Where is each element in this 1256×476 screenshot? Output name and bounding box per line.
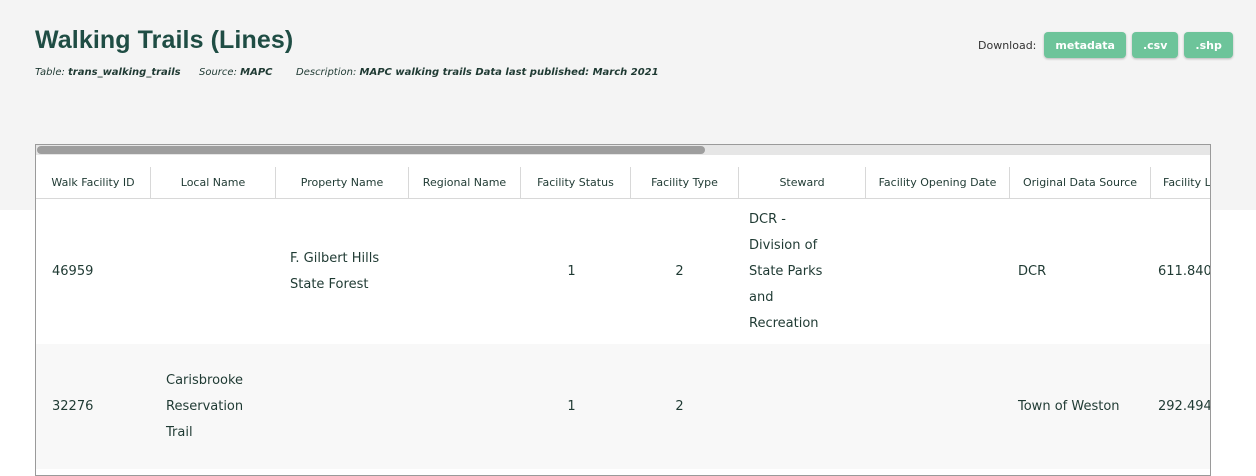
cell-regional-name	[406, 199, 517, 344]
page-title: Walking Trails (Lines)	[35, 26, 294, 54]
cell-facility-length: 292.49421	[1158, 398, 1211, 414]
cell-facility-opening-date	[859, 344, 1002, 469]
cell-regional-name	[406, 344, 517, 469]
download-shp-button[interactable]: .shp	[1184, 32, 1233, 58]
column-header-property-name[interactable]: Property Name	[276, 167, 409, 198]
table-row: 32276 Carisbrooke Reservation Trail 1 2 To…	[36, 344, 1211, 469]
meta-source: Source: MAPC	[199, 67, 273, 78]
meta-table: Table: trans_walking_trails	[35, 67, 181, 78]
cell-original-data-source: DCR	[1018, 263, 1047, 279]
download-csv-button[interactable]: .csv	[1131, 32, 1179, 58]
horizontal-scrollbar[interactable]	[36, 145, 1210, 155]
column-header-facility-opening-date[interactable]: Facility Opening Date	[866, 167, 1010, 198]
data-table: Walk Facility ID Local Name Property Nam…	[35, 144, 1211, 476]
column-header-original-data-source[interactable]: Original Data Source	[1010, 167, 1151, 198]
cell-property-name: F. Gilbert Hills State Forest	[290, 250, 380, 292]
column-header-local-name[interactable]: Local Name	[151, 167, 276, 198]
table-header-row: Walk Facility ID Local Name Property Nam…	[36, 167, 1210, 199]
scrollbar-thumb[interactable]	[37, 146, 705, 154]
meta-description: Description: MAPC walking trails Data la…	[296, 67, 659, 78]
cell-local-name	[150, 199, 274, 344]
column-header-facility-type[interactable]: Facility Type	[631, 167, 739, 198]
cell-steward: DCR - Division of State Parks and Recreation	[749, 211, 823, 331]
cell-steward	[733, 344, 859, 469]
download-metadata-button[interactable]: metadata	[1044, 32, 1126, 58]
cell-facility-opening-date	[859, 199, 1002, 344]
download-group: Download: metadata .csv .shp	[978, 31, 1239, 59]
column-header-steward[interactable]: Steward	[739, 167, 866, 198]
column-header-facility-status[interactable]: Facility Status	[521, 167, 631, 198]
table-row: 46959 F. Gilbert Hills State Forest 1 2 D…	[36, 199, 1211, 344]
cell-facility-status: 1	[567, 263, 576, 279]
cell-property-name	[274, 344, 406, 469]
cell-walk-facility-id: 46959	[52, 263, 94, 279]
column-header-facility-length[interactable]: Facility Length	[1151, 167, 1210, 198]
cell-facility-length: 611.84007	[1158, 263, 1211, 279]
cell-facility-status: 1	[567, 398, 576, 414]
cell-local-name: Carisbrooke Reservation Trail	[166, 372, 244, 440]
cell-facility-type: 2	[675, 398, 684, 414]
cell-original-data-source: Town of Weston	[1018, 398, 1120, 414]
cell-facility-type: 2	[675, 263, 684, 279]
table-grid: Walk Facility ID Local Name Property Nam…	[36, 167, 1211, 469]
column-header-walk-facility-id[interactable]: Walk Facility ID	[36, 167, 151, 198]
download-label: Download:	[978, 38, 1037, 52]
column-header-regional-name[interactable]: Regional Name	[409, 167, 521, 198]
cell-walk-facility-id: 32276	[52, 398, 94, 414]
